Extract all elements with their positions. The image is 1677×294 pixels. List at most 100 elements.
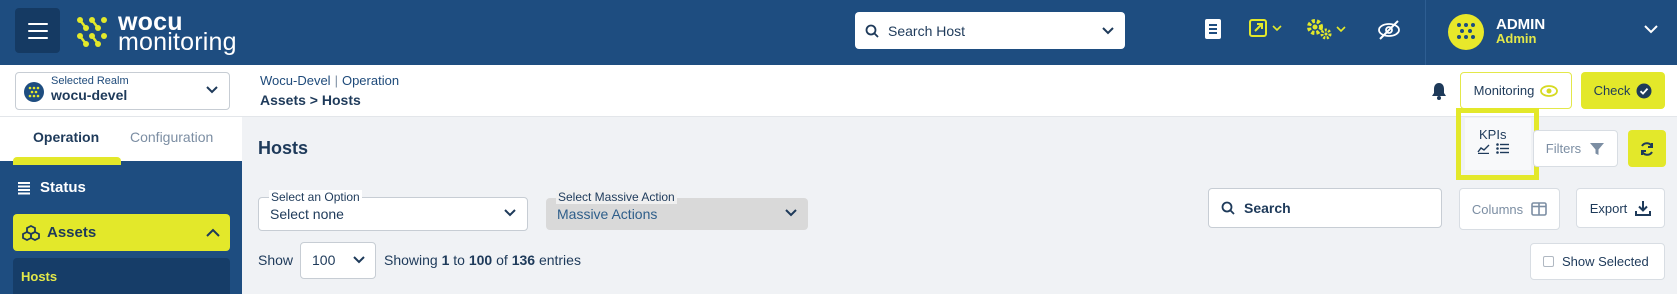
- kpis-icons: [1477, 143, 1510, 154]
- top-bar: wocu monitoring Search Host ADMIN Admin: [0, 0, 1677, 65]
- search-icon: [865, 24, 879, 38]
- check-circle-icon: [1636, 83, 1652, 98]
- external-links-menu[interactable]: [1248, 18, 1282, 38]
- columns-label: Columns: [1471, 201, 1524, 217]
- hamburger-line: [27, 29, 48, 32]
- search-placeholder: Search: [1244, 200, 1291, 216]
- sidebar-tabs: Operation Configuration: [0, 117, 242, 161]
- realm-icon: [24, 82, 44, 102]
- sidebar-item-hosts[interactable]: Hosts: [21, 269, 57, 284]
- entries-of-word: of: [496, 252, 508, 268]
- chevron-down-icon: [206, 86, 218, 94]
- realm-caption: Selected Realm: [51, 75, 129, 87]
- logo-text: wocu monitoring: [118, 10, 237, 56]
- user-logo-icon: [1457, 23, 1475, 39]
- avatar: [1448, 14, 1484, 50]
- show-selected-label: Show Selected: [1562, 254, 1649, 269]
- entries-suffix: entries: [538, 252, 581, 268]
- breadcrumb-separator: |: [334, 73, 338, 88]
- option-select[interactable]: Select an Option Select none: [258, 190, 528, 231]
- massive-action-select[interactable]: Select Massive Action Massive Actions: [546, 190, 808, 230]
- hamburger-line: [27, 36, 48, 39]
- page-size-select[interactable]: 100: [300, 242, 376, 279]
- export-button[interactable]: Export: [1576, 188, 1665, 228]
- entries-to-word: to: [453, 252, 465, 268]
- filters-label: Filters: [1545, 141, 1582, 156]
- page-size-value: 100: [312, 252, 336, 268]
- sidebar-item-label: Assets: [47, 224, 97, 241]
- bell-icon[interactable]: [1431, 82, 1447, 100]
- sidebar-submenu: Hosts: [13, 258, 230, 294]
- sidebar-item-label: Status: [40, 179, 86, 196]
- page-title: Hosts: [258, 138, 309, 158]
- check-label: Check: [1593, 83, 1631, 98]
- breadcrumb-realm[interactable]: Wocu-Devel: [260, 73, 331, 88]
- chevron-down-icon: [1644, 25, 1658, 34]
- refresh-button[interactable]: [1628, 130, 1666, 167]
- show-selected-checkbox[interactable]: [1543, 256, 1554, 267]
- list-icon: [1496, 143, 1509, 154]
- logo[interactable]: wocu monitoring: [74, 10, 237, 56]
- kpis-label: KPIs: [1479, 127, 1507, 142]
- breadcrumb-section[interactable]: Operation: [342, 73, 399, 88]
- monitoring-button[interactable]: Monitoring: [1460, 72, 1572, 109]
- monitoring-label: Monitoring: [1473, 83, 1535, 98]
- sub-header: Selected Realm wocu-devel Wocu-Devel | Ope…: [0, 65, 1677, 117]
- menu-toggle-button[interactable]: [15, 8, 60, 53]
- wocu-logo-icon: [77, 17, 107, 47]
- columns-icon: [1531, 202, 1547, 216]
- search-host-select[interactable]: Search Host: [855, 12, 1125, 49]
- check-button[interactable]: Check: [1581, 72, 1665, 109]
- eye-off-icon: [1378, 20, 1400, 40]
- table-search-input[interactable]: Search: [1208, 188, 1442, 228]
- logo-line-2: monitoring: [118, 28, 237, 56]
- entries-to: 100: [468, 252, 493, 268]
- filters-button[interactable]: Filters: [1533, 130, 1618, 167]
- entries-from: 1: [441, 252, 450, 268]
- export-label: Export: [1589, 200, 1628, 216]
- gears-icon: [1307, 19, 1332, 40]
- search-host-label: Search Host: [888, 22, 966, 39]
- entries-info: Showing 1 to 100 of 136 entries: [384, 252, 581, 268]
- active-tab-indicator: [13, 157, 121, 165]
- chevron-down-icon: [1272, 25, 1282, 32]
- sidebar: Operation Configuration Status Assets Ho…: [0, 117, 242, 294]
- sidebar-item-status[interactable]: Status: [17, 179, 86, 196]
- user-role: Admin: [1496, 31, 1537, 46]
- breadcrumb-path: Assets > Hosts: [260, 92, 361, 108]
- refresh-icon: [1641, 141, 1653, 156]
- chart-line-icon: [1477, 144, 1490, 154]
- columns-button[interactable]: Columns: [1459, 188, 1560, 230]
- massive-action-caption: Select Massive Action: [556, 190, 677, 204]
- hamburger-line: [27, 22, 48, 25]
- tab-configuration[interactable]: Configuration: [130, 129, 213, 145]
- docs-button[interactable]: [1204, 18, 1222, 40]
- realm-logo-icon: [28, 86, 40, 98]
- show-selected-toggle[interactable]: Show Selected: [1530, 243, 1665, 280]
- option-select-caption: Select an Option: [269, 190, 362, 204]
- option-select-value: Select none: [270, 206, 344, 222]
- kpis-highlight: KPIs: [1456, 108, 1539, 180]
- realm-value: wocu-devel: [51, 87, 128, 103]
- user-menu[interactable]: ADMIN Admin: [1425, 0, 1677, 65]
- book-icon: [1205, 19, 1221, 39]
- chevron-up-icon: [206, 228, 220, 237]
- search-icon: [1221, 201, 1235, 215]
- chevron-down-icon: [504, 209, 516, 217]
- entries-prefix: Showing: [384, 252, 438, 268]
- external-link-icon: [1249, 19, 1267, 37]
- realm-select[interactable]: Selected Realm wocu-devel: [15, 72, 230, 110]
- chevron-down-icon: [353, 256, 365, 264]
- settings-menu[interactable]: [1306, 18, 1346, 40]
- massive-action-value: Massive Actions: [557, 206, 658, 222]
- sidebar-item-assets[interactable]: Assets: [13, 214, 230, 251]
- chevron-down-icon: [1102, 26, 1114, 34]
- breadcrumb: Wocu-Devel | Operation: [260, 73, 399, 88]
- filter-icon: [1590, 142, 1605, 155]
- visibility-toggle-button[interactable]: [1376, 17, 1402, 43]
- tab-operation[interactable]: Operation: [33, 129, 99, 145]
- list-icon: [18, 181, 30, 194]
- download-icon: [1635, 201, 1652, 216]
- entries-total: 136: [511, 252, 536, 268]
- eye-icon: [1540, 84, 1559, 97]
